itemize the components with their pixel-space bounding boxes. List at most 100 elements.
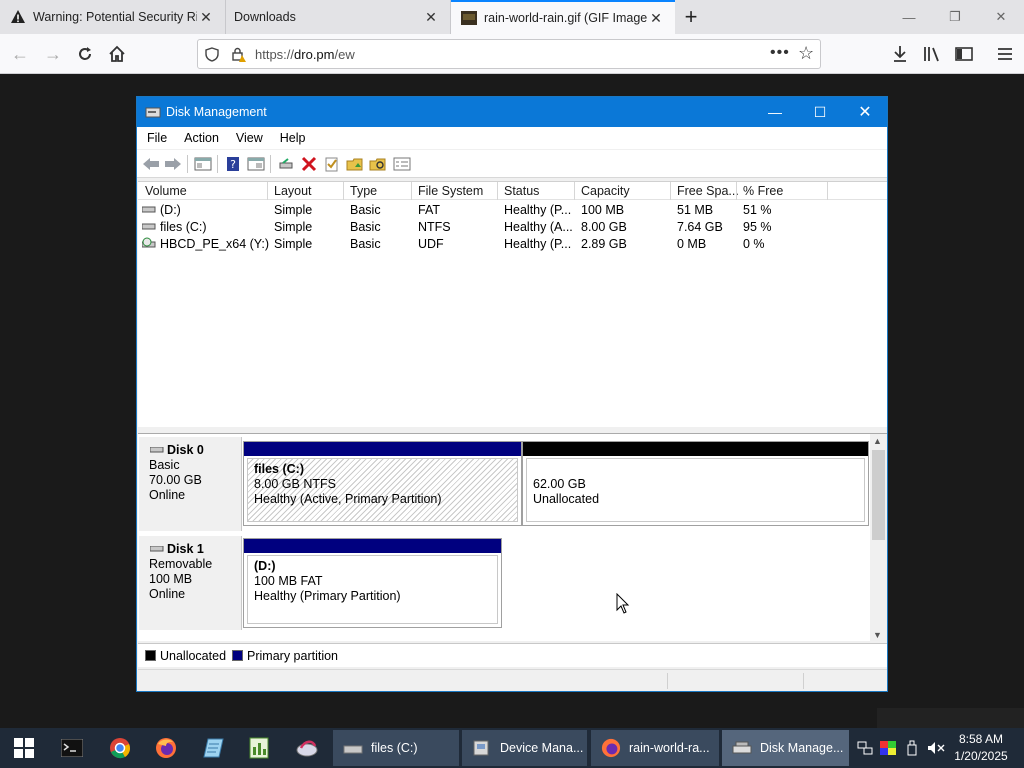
toolbar: ? xyxy=(137,150,887,178)
unallocated-space[interactable]: 62.00 GB Unallocated xyxy=(522,441,869,526)
scroll-up-icon[interactable]: ▲ xyxy=(873,436,882,446)
volume-capacity: 2.89 GB xyxy=(581,237,627,251)
warning-icon xyxy=(11,10,25,23)
column-layout[interactable]: Layout xyxy=(274,184,312,198)
volume-row[interactable]: files (C:) Simple Basic NTFS Healthy (A.… xyxy=(138,218,887,235)
volume-name: files (C:) xyxy=(160,220,207,234)
hamburger-menu-icon[interactable] xyxy=(993,42,1017,66)
volume-type: Basic xyxy=(350,220,381,234)
tab-downloads[interactable]: Downloads ✕ xyxy=(226,0,451,34)
volume-pct-free: 95 % xyxy=(743,220,772,234)
menu-file[interactable]: File xyxy=(147,131,167,145)
library-icon[interactable] xyxy=(920,42,944,66)
color-display-icon[interactable] xyxy=(878,728,898,768)
partition-status: Healthy (Primary Partition) xyxy=(254,589,401,603)
back-arrow-icon[interactable] xyxy=(142,156,160,172)
usb-drive-icon[interactable] xyxy=(902,728,922,768)
menu-help[interactable]: Help xyxy=(280,131,306,145)
mouse-cursor-icon xyxy=(616,593,630,614)
volume-layout: Simple xyxy=(274,237,313,251)
properties-icon[interactable] xyxy=(194,156,212,172)
console-view-icon[interactable] xyxy=(247,156,265,172)
tab-gif-image[interactable]: rain-world-rain.gif (GIF Image ✕ xyxy=(451,0,675,34)
column-volume[interactable]: Volume xyxy=(145,184,187,198)
start-windows-icon[interactable] xyxy=(4,728,44,768)
volume-row[interactable]: (D:) Simple Basic FAT Healthy (P... 100 … xyxy=(138,201,887,218)
partition-d[interactable]: (D:) 100 MB FAT Healthy (Primary Partiti… xyxy=(243,538,502,628)
column-file-system[interactable]: File System xyxy=(418,184,483,198)
device-manager-icon xyxy=(473,740,489,756)
disk-0-label[interactable]: Disk 0 Basic 70.00 GB Online xyxy=(139,437,242,531)
partition-c[interactable]: files (C:) 8.00 GB NTFS Healthy (Active,… xyxy=(243,441,522,526)
close-tab-icon[interactable]: ✕ xyxy=(422,8,440,26)
forward-arrow-icon[interactable] xyxy=(164,156,182,172)
clock-time: 8:58 AM xyxy=(958,732,1004,746)
taskbar-firefox-gif[interactable]: rain-world-ra... xyxy=(591,730,719,766)
volume-status: Healthy (P... xyxy=(504,203,572,217)
volume-row[interactable]: HBCD_PE_x64 (Y:) Simple Basic UDF Health… xyxy=(138,235,887,252)
help-icon[interactable]: ? xyxy=(224,156,242,172)
volume-fs: UDF xyxy=(418,237,444,251)
disk-1-label[interactable]: Disk 1 Removable 100 MB Online xyxy=(139,536,242,630)
column-percent-free[interactable]: % Free xyxy=(743,184,783,198)
explore-folder-icon[interactable] xyxy=(369,156,387,172)
open-folder-icon[interactable] xyxy=(346,156,364,172)
check-icon[interactable] xyxy=(323,156,341,172)
legend-primary-partition: Primary partition xyxy=(247,648,339,663)
sidebar-icon[interactable] xyxy=(952,42,976,66)
format-list-icon[interactable] xyxy=(393,156,411,172)
taskbar-files-c[interactable]: files (C:) xyxy=(333,730,459,766)
menu-bar: File Action View Help xyxy=(137,127,887,149)
column-capacity[interactable]: Capacity xyxy=(581,184,630,198)
page-actions-icon[interactable]: ••• xyxy=(770,44,790,62)
close-tab-icon[interactable]: ✕ xyxy=(197,8,215,26)
lock-warning-icon[interactable] xyxy=(231,47,247,62)
back-arrow-icon[interactable]: ← xyxy=(8,42,32,66)
connect-drive-icon[interactable] xyxy=(277,156,295,172)
forward-arrow-icon[interactable]: → xyxy=(41,42,65,66)
task-label: Disk Manage... xyxy=(760,741,844,755)
cleanup-tool-icon[interactable] xyxy=(287,728,327,768)
taskbar-disk-management[interactable]: Disk Manage... xyxy=(722,730,849,766)
close-tab-icon[interactable]: ✕ xyxy=(647,9,665,27)
volume-fs: NTFS xyxy=(418,220,451,234)
command-prompt-icon[interactable] xyxy=(52,728,92,768)
firefox-icon[interactable] xyxy=(146,728,186,768)
delete-icon[interactable] xyxy=(300,156,318,172)
graphical-view-scrollbar[interactable]: ▲ ▼ xyxy=(870,434,887,642)
minimize-icon[interactable]: — xyxy=(886,0,932,34)
minimize-icon[interactable]: — xyxy=(752,97,798,127)
system-clock[interactable]: 8:58 AM 1/20/2025 xyxy=(944,731,1018,765)
menu-action[interactable]: Action xyxy=(184,131,219,145)
spreadsheet-icon[interactable] xyxy=(239,728,279,768)
new-tab-icon[interactable]: + xyxy=(678,4,704,30)
close-icon[interactable]: ✕ xyxy=(842,97,888,127)
chrome-icon[interactable] xyxy=(100,728,140,768)
unallocated-status: Unallocated xyxy=(533,492,600,506)
shield-icon[interactable] xyxy=(205,47,219,62)
tab-security-warning[interactable]: Warning: Potential Security Ri ✕ xyxy=(0,0,226,34)
window-titlebar[interactable]: Disk Management — ☐ ✕ xyxy=(137,97,887,127)
close-window-icon[interactable]: ✕ xyxy=(978,0,1024,34)
scrollbar-thumb[interactable] xyxy=(872,450,885,540)
taskbar-device-manager[interactable]: Device Mana... xyxy=(462,730,587,766)
maximize-icon[interactable]: ☐ xyxy=(797,97,843,127)
restore-icon[interactable]: ❐ xyxy=(932,0,978,34)
reload-icon[interactable] xyxy=(73,42,97,66)
network-icon[interactable] xyxy=(855,728,875,768)
notepad-icon[interactable] xyxy=(194,728,234,768)
download-icon[interactable] xyxy=(888,42,912,66)
column-type[interactable]: Type xyxy=(350,184,377,198)
column-status[interactable]: Status xyxy=(504,184,539,198)
bookmark-star-icon[interactable]: ☆ xyxy=(798,43,814,64)
scroll-down-icon[interactable]: ▼ xyxy=(873,630,882,640)
task-label: files (C:) xyxy=(371,741,418,755)
url-bar[interactable]: https://dro.pm/ew ••• ☆ xyxy=(197,39,821,69)
partition-detail: 8.00 GB NTFS xyxy=(254,477,336,491)
menu-view[interactable]: View xyxy=(236,131,263,145)
disk-size: 70.00 GB xyxy=(149,473,202,487)
disk-management-icon xyxy=(732,741,752,754)
optical-drive-icon xyxy=(142,237,156,248)
column-free-space[interactable]: Free Spa... xyxy=(677,184,739,198)
home-icon[interactable] xyxy=(105,42,129,66)
